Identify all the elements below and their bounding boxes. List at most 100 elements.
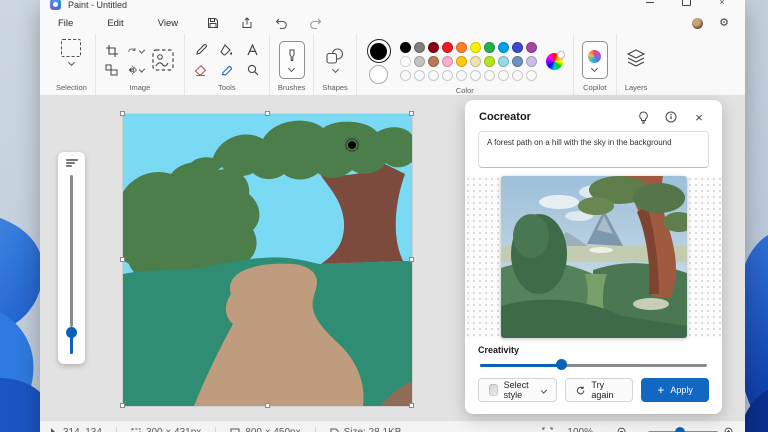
selection-handle[interactable] [120, 257, 125, 262]
zoom-level-dropdown[interactable]: 100% [567, 427, 603, 432]
empty-color-slot[interactable] [456, 70, 467, 81]
group-label-tools: Tools [218, 83, 236, 92]
brush-cursor-dot [348, 141, 356, 149]
selection-handle[interactable] [409, 403, 414, 408]
color-swatch[interactable] [456, 42, 467, 53]
color-swatch[interactable] [442, 42, 453, 53]
empty-color-slot[interactable] [470, 70, 481, 81]
copilot-button[interactable] [582, 41, 608, 79]
color-swatch[interactable] [484, 56, 495, 67]
image-size: 800 × 450px [230, 427, 300, 432]
empty-color-slot[interactable] [484, 70, 495, 81]
minimize-button[interactable] [645, 0, 655, 7]
menu-edit[interactable]: Edit [97, 15, 133, 32]
empty-color-slot[interactable] [414, 70, 425, 81]
brush-icon [287, 49, 297, 63]
color-swatch[interactable] [484, 42, 495, 53]
color-swatch[interactable] [498, 42, 509, 53]
resize-icon [105, 64, 118, 76]
color-swatch[interactable] [470, 56, 481, 67]
color-swatch[interactable] [526, 42, 537, 53]
close-button[interactable]: × [717, 0, 727, 7]
chevron-down-icon [139, 47, 145, 53]
color-swatch[interactable] [442, 56, 453, 67]
apply-button[interactable]: + Apply [641, 378, 709, 402]
color-swatch[interactable] [526, 56, 537, 67]
color-swatch[interactable] [512, 56, 523, 67]
zoom-out-button[interactable] [617, 427, 628, 432]
background-color-swatch[interactable] [369, 65, 388, 84]
text-tool-button[interactable] [245, 43, 261, 58]
zoom-in-button[interactable] [724, 427, 735, 432]
color-swatch[interactable] [400, 42, 411, 53]
empty-color-slot[interactable] [526, 70, 537, 81]
selection-handle[interactable] [409, 257, 414, 262]
eraser-button[interactable] [193, 63, 209, 78]
rotate-button[interactable] [128, 43, 144, 58]
prompt-input[interactable]: A forest path on a hill with the sky in … [478, 131, 709, 168]
info-button[interactable] [662, 110, 680, 124]
fill-button[interactable] [219, 43, 235, 58]
creativity-thumb[interactable] [556, 359, 567, 370]
color-swatch[interactable] [456, 56, 467, 67]
undo-button[interactable] [270, 15, 292, 31]
selection-handle[interactable] [265, 111, 270, 116]
share-button[interactable] [236, 15, 258, 31]
magnifier-button[interactable] [245, 63, 261, 78]
close-panel-button[interactable]: × [690, 110, 708, 124]
empty-color-slot[interactable] [498, 70, 509, 81]
tips-button[interactable] [634, 110, 652, 124]
try-again-label: Try again [591, 380, 622, 400]
maximize-button[interactable] [681, 0, 691, 7]
eyedropper-button[interactable] [219, 63, 235, 78]
group-label-layers: Layers [625, 83, 648, 92]
selection-handle[interactable] [409, 111, 414, 116]
try-again-button[interactable]: Try again [565, 378, 633, 402]
lightbulb-icon [638, 111, 649, 124]
brushes-button[interactable] [279, 41, 305, 79]
color-swatch[interactable] [414, 42, 425, 53]
crop-button[interactable] [104, 43, 120, 58]
edit-colors-wheel-icon[interactable] [546, 53, 563, 70]
color-swatch[interactable] [428, 42, 439, 53]
size-slider-thumb[interactable] [66, 327, 77, 338]
zoom-slider-thumb[interactable] [675, 427, 685, 432]
drawing-canvas[interactable] [123, 114, 412, 406]
flip-icon [128, 64, 137, 76]
selection-handle[interactable] [120, 403, 125, 408]
crop-icon [106, 45, 118, 57]
resize-button[interactable] [104, 62, 120, 77]
menu-view[interactable]: View [148, 15, 188, 32]
size-slider[interactable] [70, 175, 73, 354]
select-style-button[interactable]: Select style [478, 378, 557, 402]
generated-image[interactable] [501, 176, 687, 338]
fit-to-window-button[interactable] [542, 427, 553, 432]
empty-color-slot[interactable] [400, 70, 411, 81]
remove-background-button[interactable] [150, 47, 176, 73]
menu-file[interactable]: File [48, 15, 83, 32]
redo-icon [309, 18, 322, 29]
selection-handle[interactable] [265, 403, 270, 408]
selection-handle[interactable] [120, 111, 125, 116]
color-swatch[interactable] [470, 42, 481, 53]
settings-gear-icon[interactable]: ⚙ [719, 18, 729, 29]
flip-button[interactable] [128, 62, 144, 77]
color-swatch[interactable] [428, 56, 439, 67]
color-swatch[interactable] [498, 56, 509, 67]
empty-color-slot[interactable] [442, 70, 453, 81]
save-button[interactable] [202, 15, 224, 31]
selection-tool[interactable] [61, 39, 81, 65]
layers-button[interactable] [626, 49, 646, 72]
account-avatar[interactable] [692, 18, 703, 29]
color-swatch[interactable] [512, 42, 523, 53]
group-label-color: Color [456, 86, 474, 95]
foreground-color-selected[interactable] [367, 39, 391, 63]
empty-color-slot[interactable] [428, 70, 439, 81]
pencil-button[interactable] [193, 43, 209, 58]
color-swatch[interactable] [400, 56, 411, 67]
creativity-slider[interactable] [480, 359, 707, 369]
color-swatch[interactable] [414, 56, 425, 67]
empty-color-slot[interactable] [512, 70, 523, 81]
shapes-button[interactable] [326, 48, 344, 72]
redo-button[interactable] [304, 15, 326, 31]
